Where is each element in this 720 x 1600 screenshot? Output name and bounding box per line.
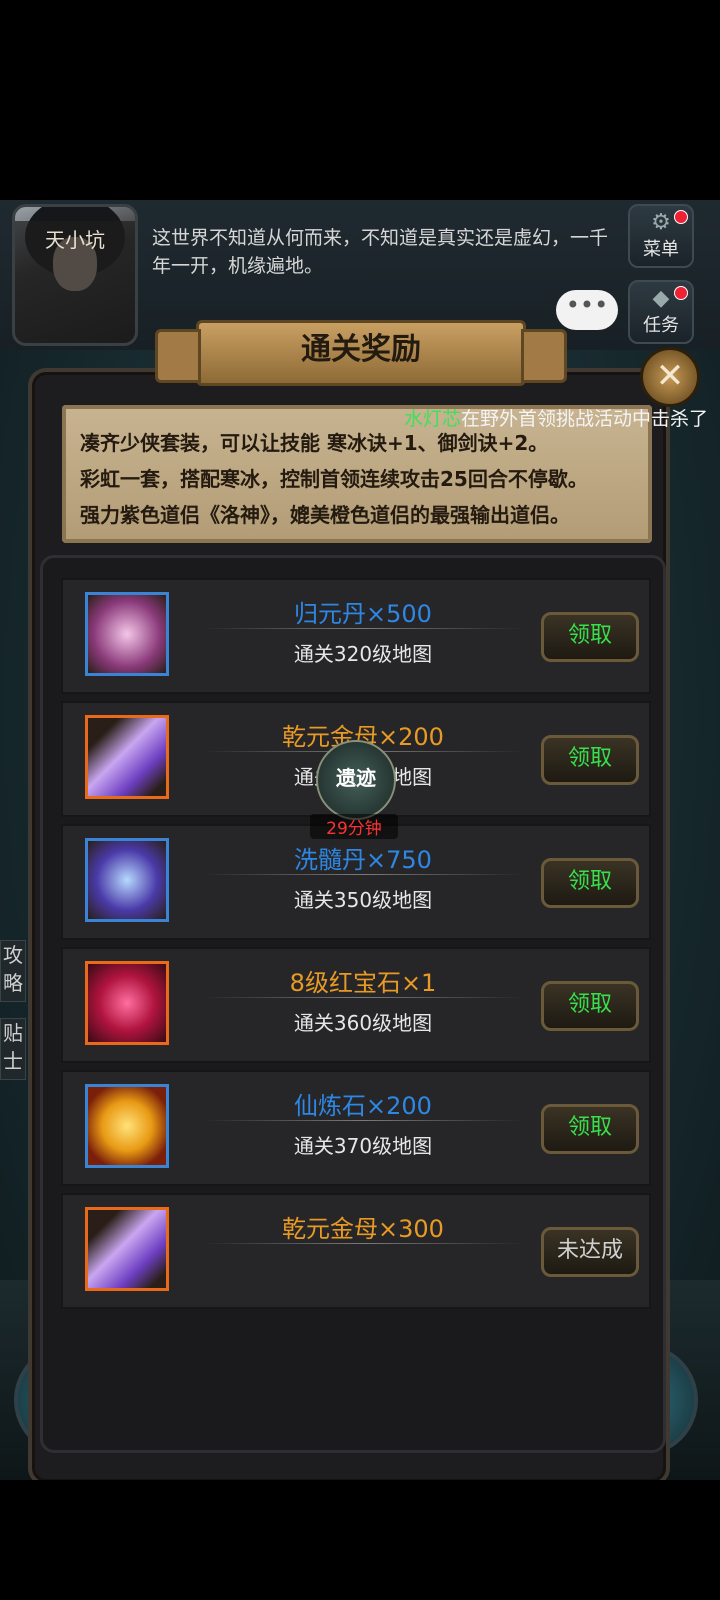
reward-condition: 通关320级地图: [293, 642, 433, 666]
story-text: 这世界不知道从何而来，不知道是真实还是虚幻，一千年一开，机缘遍地。: [152, 227, 609, 277]
reward-row: 归元丹×500 通关320级地图 领取: [61, 578, 651, 694]
divider: [203, 997, 523, 998]
item-icon[interactable]: [85, 592, 169, 676]
claim-button[interactable]: 领取: [541, 735, 639, 785]
item-icon[interactable]: [85, 1084, 169, 1168]
broadcast-text: 在野外首领挑战活动中击杀了: [461, 408, 709, 430]
menu-label: 菜单: [643, 239, 679, 260]
reward-name: 乾元金母×300: [282, 1215, 444, 1243]
broadcast-player: 水灯芯: [404, 408, 462, 430]
item-icon[interactable]: [85, 1207, 169, 1291]
description-line: 凑齐少侠套装，可以让技能 寒冰诀+1、御剑诀+2。: [80, 431, 549, 455]
divider: [203, 1243, 523, 1244]
reward-condition: 通关370级地图: [293, 1134, 433, 1158]
divider: [203, 1120, 523, 1121]
claim-button-disabled[interactable]: 未达成: [541, 1227, 639, 1277]
claim-button[interactable]: 领取: [541, 1104, 639, 1154]
task-button[interactable]: ◆ 任务: [628, 280, 694, 344]
reward-name: 仙炼石×200: [294, 1092, 432, 1120]
guide-tab[interactable]: 攻略: [0, 940, 26, 1002]
chat-bubble-button[interactable]: •••: [556, 290, 618, 330]
reward-row: 乾元金母×300 未达成: [61, 1193, 651, 1309]
reward-condition: 通关360级地图: [293, 1011, 433, 1035]
close-button[interactable]: ✕: [640, 347, 700, 407]
broadcast-marquee: 水灯芯在野外首领挑战活动中击杀了: [404, 404, 708, 431]
menu-button[interactable]: ⚙ 菜单: [628, 204, 694, 268]
tips-tab[interactable]: 贴士: [0, 1018, 26, 1080]
reward-row: 8级红宝石×1 通关360级地图 领取: [61, 947, 651, 1063]
item-icon[interactable]: [85, 838, 169, 922]
description-line: 强力紫色道侣《洛神》，媲美橙色道侣的最强输出道侣。: [80, 503, 570, 527]
task-label: 任务: [643, 315, 679, 336]
item-icon[interactable]: [85, 715, 169, 799]
relic-icon[interactable]: 遗迹: [316, 740, 396, 820]
notification-dot: [674, 286, 688, 300]
reward-list[interactable]: 归元丹×500 通关320级地图 领取 乾元金母×200 通关340级地图 领取…: [40, 555, 666, 1453]
notification-dot: [674, 210, 688, 224]
reward-name: 洗髓丹×750: [294, 846, 432, 874]
player-avatar[interactable]: 天小坑: [12, 204, 138, 346]
divider: [203, 628, 523, 629]
relic-timer: 29分钟: [310, 814, 398, 839]
reward-condition: 通关350级地图: [293, 888, 433, 912]
claim-button[interactable]: 领取: [541, 612, 639, 662]
reward-row: 洗髓丹×750 通关350级地图 领取: [61, 824, 651, 940]
divider: [203, 874, 523, 875]
game-screen: 天小坑 这世界不知道从何而来，不知道是真实还是虚幻，一千年一开，机缘遍地。 ⚙ …: [0, 200, 720, 1480]
claim-button[interactable]: 领取: [541, 858, 639, 908]
player-name: 天小坑: [15, 221, 135, 343]
modal-title: 通关奖励: [155, 320, 567, 386]
reward-row: 仙炼石×200 通关370级地图 领取: [61, 1070, 651, 1186]
reward-name: 归元丹×500: [294, 600, 432, 628]
relic-label: 遗迹: [336, 766, 376, 790]
claim-button[interactable]: 领取: [541, 981, 639, 1031]
description-line: 彩虹一套，搭配寒冰，控制首领连续攻击25回合不停歇。: [80, 467, 588, 491]
item-icon[interactable]: [85, 961, 169, 1045]
reward-name: 8级红宝石×1: [289, 969, 437, 997]
